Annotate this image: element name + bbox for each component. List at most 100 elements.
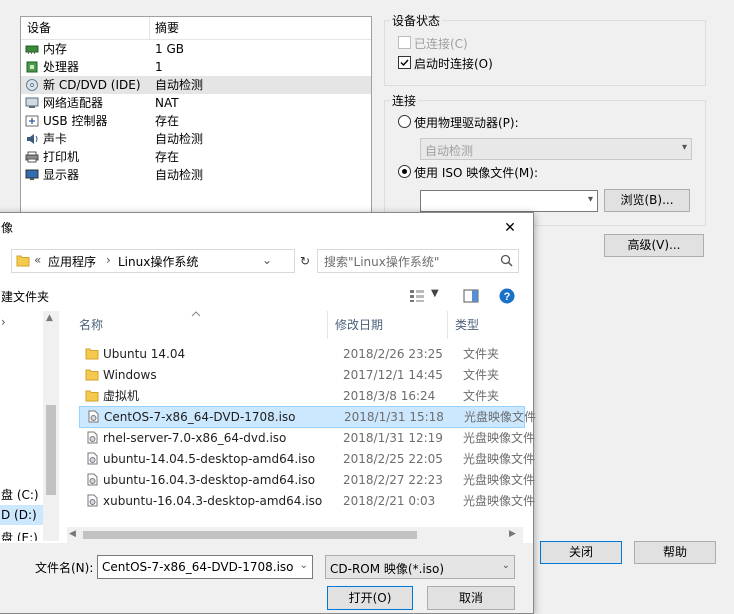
file-name: Windows [103, 368, 157, 382]
device-row-sound-card[interactable]: 声卡 自动检测 [21, 130, 371, 148]
svg-text:?: ? [504, 291, 511, 303]
address-bar[interactable]: « 应用程序 › Linux操作系统 ⌄ ↻ [11, 249, 310, 273]
file-row[interactable]: Ubuntu 14.04 2018/2/26 23:25 文件夹 [79, 344, 523, 364]
nav-item-drive-d[interactable]: D (D:) [0, 505, 43, 525]
file-name: 虚拟机 [103, 389, 140, 403]
file-name: ubuntu-14.04.5-desktop-amd64.iso [103, 452, 316, 466]
nav-item-drive-c[interactable]: 盘 (C:) [0, 483, 43, 503]
sort-ascending-icon [191, 311, 201, 317]
search-icon [500, 254, 513, 267]
cancel-button[interactable]: 取消 [427, 586, 515, 610]
scroll-up-icon[interactable]: ▲ [46, 313, 53, 323]
chevron-down-icon: ⌄ [501, 560, 510, 571]
disc-image-icon [88, 410, 99, 423]
device-row-printer[interactable]: 打印机 存在 [21, 148, 371, 166]
device-row-cd-dvd[interactable]: 新 CD/DVD (IDE) 自动检测 [21, 76, 371, 94]
chevron-down-icon[interactable]: ⌄ [262, 253, 272, 267]
cd-dvd-icon [26, 79, 38, 91]
breadcrumb-overflow[interactable]: « [34, 253, 41, 267]
device-column-header[interactable]: 设备 [21, 17, 51, 39]
folder-icon [85, 348, 99, 360]
nav-scroll-thumb[interactable] [46, 405, 56, 495]
filename-input[interactable]: CentOS-7-x86_64-DVD-1708.iso ⌄ [97, 555, 313, 579]
device-name: 打印机 [43, 150, 80, 164]
folder-icon [85, 390, 99, 402]
physical-drive-radio[interactable] [398, 115, 411, 128]
horizontal-scroll-thumb[interactable] [83, 531, 417, 539]
file-date: 2018/2/25 22:05 [343, 452, 443, 466]
scroll-left-icon[interactable]: ◀ [69, 529, 76, 539]
file-row-selected[interactable]: CentOS-7-x86_64-DVD-1708.iso 2018/1/31 1… [79, 406, 536, 428]
file-row[interactable]: Windows 2017/12/1 14:45 文件夹 [79, 365, 523, 385]
browse-button[interactable]: 浏览(B)... [604, 189, 690, 212]
new-folder-button[interactable]: 建文件夹 [1, 288, 49, 305]
connection-title: 连接 [390, 92, 419, 109]
connected-checkbox[interactable] [398, 36, 411, 49]
device-summary: 1 [155, 60, 163, 74]
device-list-header: 设备 摘要 [21, 17, 371, 40]
file-row[interactable]: ubuntu-14.04.5-desktop-amd64.iso 2018/2/… [79, 449, 535, 469]
iso-path-select[interactable]: ▾ [420, 190, 598, 212]
close-icon[interactable]: ✕ [497, 216, 523, 240]
open-button[interactable]: 打开(O) [327, 586, 413, 610]
device-summary: 自动检测 [155, 168, 204, 182]
refresh-icon[interactable]: ↻ [294, 250, 315, 272]
connect-on-start-checkbox[interactable] [398, 56, 411, 69]
scroll-right-icon[interactable]: ▶ [509, 529, 516, 539]
device-row-memory[interactable]: 内存 1 GB [21, 40, 371, 58]
horizontal-scrollbar[interactable]: ◀ ▶ [67, 527, 523, 543]
file-row[interactable]: ubuntu-16.04.3-desktop-amd64.iso 2018/2/… [79, 470, 535, 490]
iso-file-radio[interactable] [398, 165, 411, 178]
device-summary: NAT [155, 96, 179, 110]
file-row[interactable]: xubuntu-16.04.3-desktop-amd64.iso 2018/2… [79, 491, 535, 511]
device-summary: 自动检测 [155, 132, 204, 146]
file-type: 文件夹 [463, 368, 500, 382]
network-adapter-icon [25, 97, 39, 108]
search-placeholder: 搜索"Linux操作系统" [324, 255, 440, 269]
filename-label: 文件名(N): [35, 561, 94, 575]
file-date: 2018/1/31 15:18 [344, 410, 444, 424]
chevron-down-icon: ▾ [681, 142, 687, 153]
breadcrumb-separator-icon: › [106, 253, 111, 267]
filename-value: CentOS-7-x86_64-DVD-1708.iso [102, 560, 294, 574]
device-name: 处理器 [43, 60, 80, 74]
physical-drive-select[interactable]: 自动检测 ▾ [420, 138, 692, 160]
device-row-usb[interactable]: USB 控制器 存在 [21, 112, 371, 130]
file-name: xubuntu-16.04.3-desktop-amd64.iso [103, 494, 323, 508]
type-column-header[interactable]: 类型 [447, 311, 479, 339]
device-row-network-adapter[interactable]: 网络适配器 NAT [21, 94, 371, 112]
help-button[interactable]: 帮助 [634, 541, 716, 564]
device-row-processor[interactable]: 处理器 1 [21, 58, 371, 76]
view-options-icon[interactable] [409, 289, 425, 303]
help-icon[interactable]: ? [499, 288, 515, 304]
chevron-down-icon[interactable]: ▼ [431, 288, 439, 299]
name-column-header[interactable]: 名称 [71, 311, 103, 339]
file-row[interactable]: rhel-server-7.0-x86_64-dvd.iso 2018/1/31… [79, 428, 535, 448]
dialog-title: 像 [1, 221, 14, 235]
nav-expand-icon[interactable]: › [1, 315, 6, 329]
device-row-display[interactable]: 显示器 自动检测 [21, 166, 371, 184]
breadcrumb-apps[interactable]: 应用程序 [48, 253, 96, 270]
nav-item-drive-e[interactable]: 盘 (E:) [0, 527, 43, 541]
open-iso-dialog: 像 ✕ « 应用程序 › Linux操作系统 ⌄ ↻ 搜索"Linux操作系统"… [0, 212, 536, 614]
breadcrumb-linux[interactable]: Linux操作系统 [118, 253, 198, 270]
summary-column-header[interactable]: 摘要 [149, 17, 179, 39]
advanced-button[interactable]: 高级(V)... [604, 234, 704, 257]
close-button[interactable]: 关闭 [540, 541, 622, 564]
file-date: 2018/2/26 23:25 [343, 347, 443, 361]
device-name: 新 CD/DVD (IDE) [43, 78, 141, 92]
file-date: 2018/2/21 0:03 [343, 494, 436, 508]
preview-pane-icon[interactable] [463, 289, 479, 303]
file-list-header: 名称 修改日期 类型 [71, 311, 523, 339]
filetype-select[interactable]: CD-ROM 映像(*.iso) ⌄ [325, 555, 515, 579]
dialog-toolbar: 建文件夹 ▼ ? [0, 283, 533, 309]
file-row[interactable]: 虚拟机 2018/3/8 16:24 文件夹 [79, 386, 523, 406]
nav-scrollbar[interactable]: ▲ [43, 311, 59, 541]
printer-icon [25, 151, 39, 163]
device-summary: 1 GB [155, 42, 184, 56]
file-type: 光盘映像文件 [463, 494, 536, 508]
search-input[interactable]: 搜索"Linux操作系统" [317, 249, 519, 273]
file-date: 2018/1/31 12:19 [343, 431, 443, 445]
date-column-header[interactable]: 修改日期 [327, 311, 383, 339]
physical-drive-value: 自动检测 [425, 144, 474, 158]
